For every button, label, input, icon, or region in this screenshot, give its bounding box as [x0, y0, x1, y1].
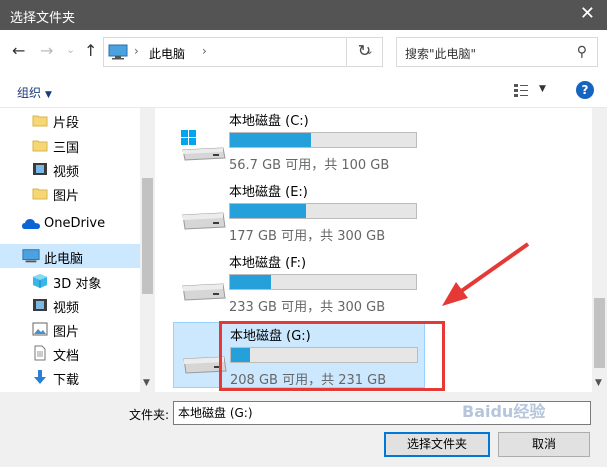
- organize-label: 组织: [17, 86, 42, 100]
- help-icon[interactable]: ?: [576, 81, 594, 99]
- drive-space-info: 56.7 GB 可用，共 100 GB: [229, 158, 390, 173]
- search-icon[interactable]: ⚲: [577, 44, 587, 60]
- sidebar-item-3d-objects[interactable]: 3D 对象: [0, 269, 140, 293]
- sidebar-item-label: 此电脑: [44, 252, 84, 267]
- back-arrow-icon[interactable]: ←: [12, 42, 25, 60]
- drive-space-info: 233 GB 可用，共 300 GB: [229, 300, 386, 315]
- drive-space-info: 177 GB 可用，共 300 GB: [229, 229, 386, 244]
- cube-icon: [33, 274, 47, 288]
- sidebar-item-label: 3D 对象: [53, 277, 102, 292]
- pictures-icon: [32, 322, 48, 336]
- folder-field-label: 文件夹:: [129, 408, 170, 422]
- drive-usage-fill: [230, 204, 307, 218]
- cancel-button[interactable]: 取消: [498, 432, 590, 457]
- navigation-bar: ← → ⌄ ↑ › 此电脑 › ⌄ ↻ 搜索"此电脑" ⚲: [0, 30, 607, 75]
- sidebar-item-label: 三国: [53, 141, 80, 156]
- hard-drive-icon: [182, 212, 226, 230]
- sidebar-item-label: 图片: [53, 325, 80, 340]
- breadcrumb-separator[interactable]: ›: [134, 44, 139, 58]
- drive-usage-bar: [229, 132, 417, 148]
- drive-item-c[interactable]: 本地磁盘 (C:) 56.7 GB 可用，共 100 GB: [173, 108, 425, 174]
- sidebar-item-label: 片段: [53, 116, 80, 131]
- title-bar: 选择文件夹 ✕: [0, 0, 607, 30]
- cloud-icon: [22, 219, 40, 229]
- select-folder-button[interactable]: 选择文件夹: [384, 432, 490, 457]
- system-drive-icon: [181, 130, 226, 161]
- sidebar-item-downloads[interactable]: 下载: [0, 365, 140, 389]
- folder-icon: [32, 140, 48, 152]
- drive-usage-fill: [230, 275, 272, 289]
- document-icon: [34, 345, 46, 361]
- view-dropdown-icon[interactable]: ▼: [539, 84, 546, 94]
- drive-item-e[interactable]: 本地磁盘 (E:) 177 GB 可用，共 300 GB: [173, 179, 425, 245]
- address-bar[interactable]: › 此电脑 › ⌄: [103, 37, 383, 67]
- drive-usage-bar: [229, 203, 417, 219]
- refresh-icon[interactable]: ↻: [346, 37, 382, 67]
- sidebar-item-label: 文档: [53, 349, 80, 364]
- scrollbar-thumb[interactable]: [594, 298, 605, 368]
- sidebar-item-pictures-2[interactable]: 图片: [0, 317, 140, 341]
- sidebar-item-sanguo[interactable]: 三国: [0, 133, 140, 157]
- pc-icon: [108, 44, 128, 60]
- organize-menu[interactable]: 组织 ▼: [17, 84, 52, 101]
- command-toolbar: 组织 ▼ ▼ ?: [0, 75, 607, 108]
- video-icon: [33, 163, 47, 175]
- sidebar-item-documents[interactable]: 文档: [0, 341, 140, 365]
- drive-usage-fill: [230, 133, 311, 147]
- scroll-down-icon[interactable]: ▼: [143, 378, 150, 388]
- navigation-pane: 片段 三国 视频 图片 OneDrive 此电脑 3D 对象 视频 图片 文档 …: [0, 108, 155, 392]
- drive-name: 本地磁盘 (E:): [229, 185, 308, 200]
- drive-name: 本地磁盘 (C:): [229, 114, 309, 129]
- drive-name: 本地磁盘 (F:): [229, 256, 307, 271]
- sidebar-item-label: OneDrive: [44, 216, 106, 231]
- drive-usage-bar: [229, 274, 417, 290]
- scrollbar-thumb[interactable]: [142, 178, 153, 294]
- breadcrumb-location[interactable]: 此电脑: [149, 45, 185, 62]
- sidebar-item-this-pc[interactable]: 此电脑: [0, 244, 140, 268]
- folder-icon: [32, 115, 48, 127]
- sidebar-item-videos[interactable]: 视频: [0, 157, 140, 181]
- content-scrollbar[interactable]: ▼: [592, 108, 607, 392]
- recent-locations-caret-icon[interactable]: ⌄: [66, 41, 75, 59]
- search-box[interactable]: 搜索"此电脑" ⚲: [396, 37, 598, 67]
- view-options-icon[interactable]: [514, 83, 528, 97]
- breadcrumb-separator[interactable]: ›: [202, 44, 207, 58]
- sidebar-item-label: 视频: [53, 165, 80, 180]
- sidebar-item-pianduan[interactable]: 片段: [0, 108, 140, 132]
- video-icon: [33, 299, 47, 311]
- sidebar-item-onedrive[interactable]: OneDrive: [0, 212, 140, 236]
- forward-arrow-icon[interactable]: →: [40, 42, 53, 60]
- window-title: 选择文件夹: [10, 11, 76, 26]
- watermark: Baidu经验: [462, 402, 546, 421]
- annotation-arrow-icon: [442, 242, 530, 306]
- sidebar-item-label: 视频: [53, 301, 80, 316]
- annotation-highlight-box: [219, 321, 445, 391]
- sidebar-item-label: 图片: [53, 189, 80, 204]
- sidebar-scrollbar[interactable]: ▼: [140, 108, 155, 392]
- folder-icon: [32, 188, 48, 200]
- scroll-down-icon[interactable]: ▼: [595, 378, 602, 388]
- search-placeholder: 搜索"此电脑": [405, 47, 477, 61]
- sidebar-item-pictures[interactable]: 图片: [0, 181, 140, 205]
- chevron-down-icon: ▼: [45, 90, 52, 100]
- pc-icon: [22, 249, 40, 263]
- download-icon: [34, 370, 46, 384]
- close-icon[interactable]: ✕: [580, 4, 595, 24]
- drive-item-f[interactable]: 本地磁盘 (F:) 233 GB 可用，共 300 GB: [173, 250, 425, 316]
- sidebar-item-videos-2[interactable]: 视频: [0, 293, 140, 317]
- hard-drive-icon: [182, 283, 226, 301]
- up-arrow-icon[interactable]: ↑: [84, 42, 97, 60]
- sidebar-item-label: 下载: [53, 373, 80, 388]
